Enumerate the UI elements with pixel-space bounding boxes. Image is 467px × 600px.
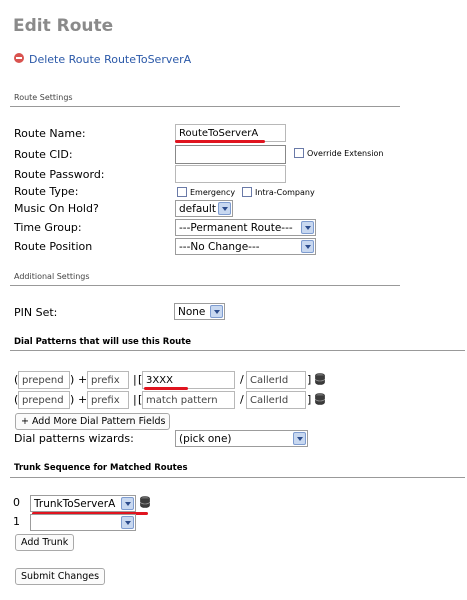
additional-settings-heading: Additional Settings (14, 272, 90, 281)
prefix-input[interactable]: prefix (87, 371, 129, 389)
delete-row-icon[interactable] (315, 393, 325, 405)
chevron-down-icon (210, 305, 223, 318)
trunk-select[interactable]: TrunkToServerA (30, 495, 136, 512)
bracket-close: ] (307, 373, 312, 386)
dial-patterns-wizards-select[interactable]: (pick one) (175, 430, 308, 447)
route-position-value: ---No Change--- (179, 241, 260, 253)
slash-sign: / (240, 393, 244, 406)
chevron-down-icon (121, 516, 134, 529)
chevron-down-icon (301, 240, 314, 253)
time-group-select[interactable]: ---Permanent Route--- (175, 219, 316, 236)
delete-route-link[interactable]: Delete Route RouteToServerA (29, 53, 191, 66)
music-on-hold-label: Music On Hold? (14, 202, 99, 215)
trunk-select[interactable] (30, 514, 136, 531)
section-divider (10, 350, 465, 351)
close-paren: ) (70, 373, 75, 386)
add-trunk-button[interactable]: Add Trunk (15, 534, 74, 551)
chevron-down-icon (293, 432, 306, 445)
submit-changes-button[interactable]: Submit Changes (15, 568, 105, 585)
emergency-label: Emergency (190, 188, 236, 197)
intra-company-checkbox[interactable] (242, 187, 252, 197)
add-dial-pattern-button[interactable]: + Add More Dial Pattern Fields (15, 413, 170, 430)
music-on-hold-value: default (179, 203, 216, 215)
time-group-value: ---Permanent Route--- (179, 222, 293, 234)
time-group-label: Time Group: (14, 221, 82, 234)
delete-trunk-icon[interactable] (140, 496, 150, 508)
route-name-label: Route Name: (14, 127, 86, 140)
section-divider (10, 477, 465, 478)
intra-company-label: Intra-Company (255, 188, 315, 197)
trunk-sequence-heading: Trunk Sequence for Matched Routes (14, 463, 188, 473)
delete-row-icon[interactable] (315, 373, 325, 385)
annotation-underline (175, 140, 265, 143)
section-divider (10, 106, 400, 107)
dial-patterns-wizards-label: Dial patterns wizards: (14, 432, 134, 445)
pipe-sign: | (133, 393, 137, 406)
slash-sign: / (240, 373, 244, 386)
pin-set-select[interactable]: None (174, 303, 225, 320)
match-pattern-input[interactable]: match pattern (142, 391, 235, 409)
route-position-select[interactable]: ---No Change--- (175, 238, 316, 255)
chevron-down-icon (218, 202, 231, 215)
annotation-underline (144, 387, 188, 390)
pipe-sign: | (133, 373, 137, 386)
trunk-select-value: TrunkToServerA (34, 498, 116, 510)
trunk-index: 1 (13, 515, 20, 528)
route-type-label: Route Type: (14, 185, 79, 198)
delete-icon[interactable] (14, 53, 24, 63)
caller-id-input[interactable]: CallerId (246, 391, 306, 409)
prepend-input[interactable]: prepend (18, 391, 70, 409)
prepend-input[interactable]: prepend (18, 371, 70, 389)
chevron-down-icon (301, 221, 314, 234)
dial-patterns-heading: Dial Patterns that will use this Route (14, 337, 192, 347)
dial-patterns-wizards-value: (pick one) (179, 433, 232, 445)
route-cid-label: Route CID: (14, 148, 73, 161)
chevron-down-icon (121, 497, 134, 510)
section-divider (10, 285, 400, 286)
bracket-close: ] (307, 393, 312, 406)
page-title: Edit Route (13, 16, 114, 36)
route-settings-heading: Route Settings (14, 93, 73, 102)
trunk-index: 0 (13, 496, 20, 509)
pin-set-label: PIN Set: (14, 306, 58, 319)
route-password-input[interactable] (175, 165, 286, 183)
emergency-checkbox[interactable] (177, 187, 187, 197)
plus-sign: + (78, 373, 88, 386)
route-password-label: Route Password: (14, 168, 105, 181)
caller-id-input[interactable]: CallerId (246, 371, 306, 389)
override-extension-checkbox[interactable] (294, 148, 304, 158)
pin-set-value: None (178, 306, 206, 318)
route-position-label: Route Position (14, 240, 93, 253)
route-cid-input[interactable] (175, 145, 286, 164)
prefix-input[interactable]: prefix (87, 391, 129, 409)
close-paren: ) (70, 393, 75, 406)
music-on-hold-select[interactable]: default (175, 200, 233, 217)
override-extension-label: Override Extension (307, 149, 384, 158)
plus-sign: + (78, 393, 88, 406)
